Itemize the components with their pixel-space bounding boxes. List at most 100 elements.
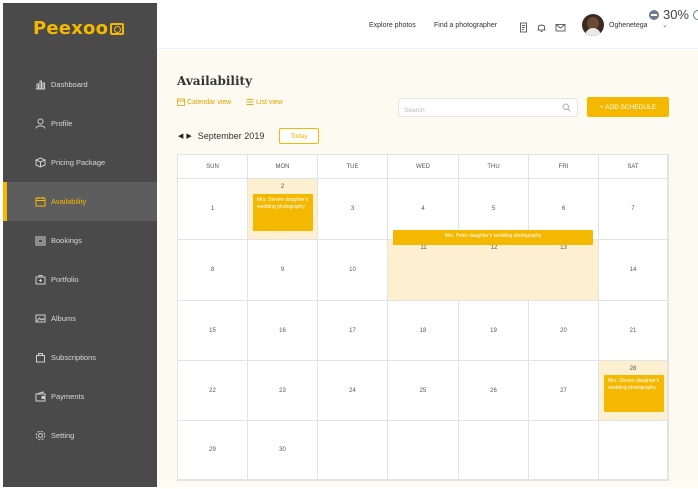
mail-icon[interactable] xyxy=(555,20,566,32)
calendar-day-cell[interactable]: 21 xyxy=(599,301,668,361)
sidebar-item-bookings[interactable]: Bookings xyxy=(3,221,157,260)
explore-photos-link[interactable]: Explore photos xyxy=(369,22,416,29)
sidebar-item-label: Pricing Package xyxy=(51,158,106,167)
zoom-level: 30% xyxy=(662,7,689,22)
top-bar: Explore photos Find a photographer Oghen… xyxy=(157,3,698,49)
sidebar-item-label: Availability xyxy=(51,197,87,206)
username[interactable]: Oghenetega xyxy=(609,22,648,29)
calendar-day-cell[interactable]: 24 xyxy=(318,361,388,421)
list-view-icon xyxy=(246,99,254,105)
package-icon xyxy=(35,157,46,168)
sidebar-item-setting[interactable]: Setting xyxy=(3,416,157,455)
calendar-day-cell[interactable]: 20 xyxy=(529,301,599,361)
sidebar-item-dashboard[interactable]: Dashboard xyxy=(3,65,157,104)
calendar-day-cell[interactable] xyxy=(388,421,459,480)
camera-logo-icon xyxy=(110,22,125,35)
calendar-day-cell[interactable]: 22 xyxy=(178,361,248,421)
weekday-header-sat: SAT xyxy=(599,155,668,179)
calendar-day-cell[interactable]: 13 xyxy=(529,240,599,301)
search-icon[interactable] xyxy=(562,103,571,112)
search-input[interactable] xyxy=(399,102,549,119)
calendar-day-cell[interactable]: 14 xyxy=(599,240,668,301)
weekday-header-sun: SUN xyxy=(178,155,248,179)
chevron-down-icon[interactable]: ⌄ xyxy=(662,21,668,29)
calendar-day-cell[interactable]: 8 xyxy=(178,240,248,301)
calendar-day-cell[interactable]: 1 xyxy=(178,179,248,240)
main-content: Availability Calendar view List view + A… xyxy=(157,50,698,487)
calendar-day-cell[interactable]: 27 xyxy=(529,361,599,421)
sidebar-item-label: Payments xyxy=(51,392,85,401)
calendar-view-icon xyxy=(177,98,185,106)
list-view-tab[interactable]: List view xyxy=(246,98,283,106)
calendar-day-cell[interactable]: 17 xyxy=(318,301,388,361)
page-title: Availability xyxy=(177,74,253,88)
calendar-day-cell[interactable]: 18 xyxy=(388,301,459,361)
sidebar-item-pricing-package[interactable]: Pricing Package xyxy=(3,143,157,182)
calendar-day-cell[interactable]: 3 xyxy=(318,179,388,240)
sidebar-item-label: Albums xyxy=(51,314,77,323)
zoom-indicator: 30% xyxy=(648,7,698,22)
sidebar-item-profile[interactable]: Profile xyxy=(3,104,157,143)
calendar-day-cell[interactable]: 26 xyxy=(459,361,529,421)
zoom-out-icon[interactable] xyxy=(648,9,659,20)
bag-icon xyxy=(35,352,46,363)
find-photographer-link[interactable]: Find a photographer xyxy=(434,22,497,29)
sidebar-item-label: Setting xyxy=(51,431,75,440)
calendar-day-cell[interactable]: 15 xyxy=(178,301,248,361)
document-icon[interactable] xyxy=(518,20,529,33)
calendar-day-cell[interactable]: 9 xyxy=(248,240,318,301)
bell-icon[interactable] xyxy=(536,20,547,32)
calendar-event[interactable]: Mrs. Steven daughter's wedding photograp… xyxy=(604,375,664,412)
sidebar-item-label: Dashboard xyxy=(51,80,88,89)
calendar-day-cell[interactable] xyxy=(459,421,529,480)
calendar-icon xyxy=(35,196,46,207)
today-button[interactable]: Today xyxy=(279,128,319,144)
logo-text: Peexoo xyxy=(33,18,109,39)
calendar-day-cell[interactable] xyxy=(529,421,599,480)
avatar[interactable] xyxy=(582,14,604,36)
search-box xyxy=(398,98,578,119)
sidebar-item-albums[interactable]: Albums xyxy=(3,299,157,338)
calendar-day-cell[interactable]: 25 xyxy=(388,361,459,421)
add-schedule-button[interactable]: + ADD SCHEDULE xyxy=(587,97,669,117)
gear-icon xyxy=(35,430,46,441)
bar-chart-icon xyxy=(35,79,46,90)
calendar-grid: SUN MON TUE WED THU FRI SAT 1 2 3 4 5 6 7 8 9 10 11 12 13 14… xyxy=(177,154,669,481)
calendar-day-cell[interactable]: 11 xyxy=(388,240,459,301)
list-view-label: List view xyxy=(256,98,283,106)
calendar-event[interactable]: Mrs. Steven daughter's wedding photograp… xyxy=(253,194,313,231)
sidebar: Peexoo Dashboard Profile Pricing Package… xyxy=(3,3,157,487)
sidebar-item-availability[interactable]: Availability xyxy=(3,182,157,221)
calendar-day-cell[interactable]: 12 xyxy=(459,240,529,301)
calendar-day-cell[interactable]: 10 xyxy=(318,240,388,301)
sidebar-item-portfolio[interactable]: Portfolio xyxy=(3,260,157,299)
portfolio-icon xyxy=(35,274,46,285)
calendar-view-tab[interactable]: Calendar view xyxy=(177,98,231,106)
weekday-header-mon: MON xyxy=(248,155,318,179)
calendar-cells: SUN MON TUE WED THU FRI SAT 1 2 3 4 5 6 7 8 9 10 11 12 13 14… xyxy=(178,155,668,480)
calendar-day-cell[interactable]: 23 xyxy=(248,361,318,421)
calendar-event[interactable]: Mrs. Peter daughter's wedding photograph… xyxy=(393,230,593,245)
next-month-icon[interactable]: ▶ xyxy=(186,132,191,140)
month-navigation: ◀ ▶ September 2019 xyxy=(178,131,264,141)
calendar-day-cell[interactable]: 7 xyxy=(599,179,668,240)
calendar-day-cell[interactable]: 19 xyxy=(459,301,529,361)
weekday-header-wed: WED xyxy=(388,155,459,179)
sidebar-item-label: Bookings xyxy=(51,236,82,245)
wallet-icon xyxy=(35,391,46,402)
bookings-icon xyxy=(35,235,46,246)
calendar-day-cell[interactable]: 29 xyxy=(178,421,248,480)
sidebar-item-label: Profile xyxy=(51,119,73,128)
calendar-day-cell[interactable] xyxy=(599,421,668,480)
sidebar-item-payments[interactable]: Payments xyxy=(3,377,157,416)
calendar-view-label: Calendar view xyxy=(187,98,232,106)
sidebar-item-subscriptions[interactable]: Subscriptions xyxy=(3,338,157,377)
calendar-day-cell[interactable] xyxy=(318,421,388,480)
previous-month-icon[interactable]: ◀ xyxy=(178,132,183,140)
weekday-header-tue: TUE xyxy=(318,155,388,179)
peexoo-logo[interactable]: Peexoo xyxy=(33,18,125,39)
calendar-day-cell[interactable]: 16 xyxy=(248,301,318,361)
zoom-control-icon[interactable] xyxy=(693,9,698,20)
calendar-day-cell[interactable]: 30 xyxy=(248,421,318,480)
weekday-header-thu: THU xyxy=(459,155,529,179)
